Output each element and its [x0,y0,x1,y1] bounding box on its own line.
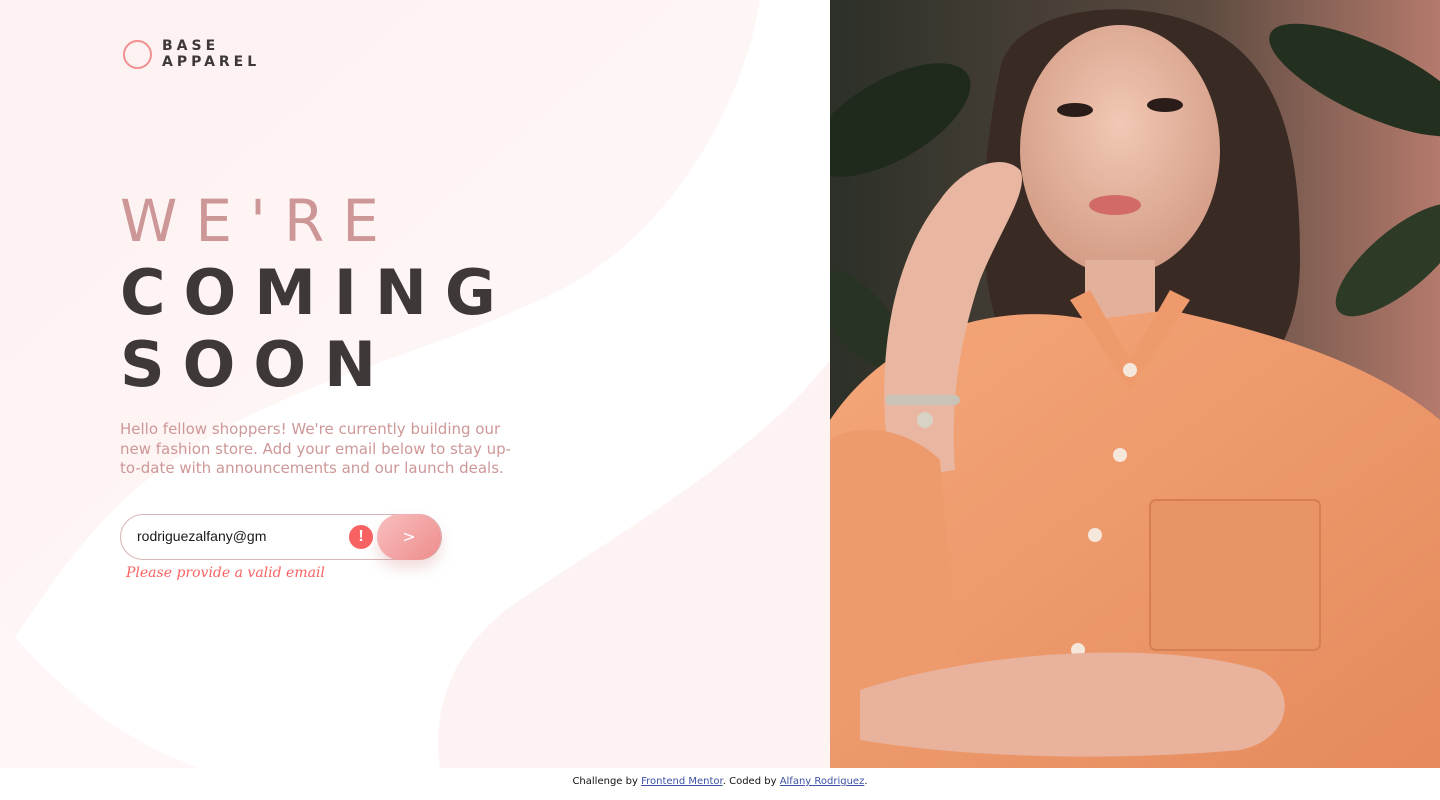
hero-image [830,0,1440,768]
frontend-mentor-link[interactable]: Frontend Mentor [641,776,723,787]
exclamation-icon: ! [349,525,373,549]
ring-logo-icon [123,39,152,69]
attribution-prefix: Challenge by [572,776,642,787]
hero-photo [830,0,1440,768]
page-title: WE'RE COMING SOON [120,185,514,401]
title-line-soon: SOON [120,328,394,401]
author-link[interactable]: Alfany Rodriguez [780,776,865,787]
email-field-value: rodriguezalfany@gm [137,528,267,544]
brand-logo[interactable]: BASE APPAREL [123,38,260,70]
attribution: Challenge by Frontend Mentor. Coded by A… [0,776,1440,787]
subscribe-form: rodriguezalfany@gm ! > [120,514,442,560]
left-panel: BASE APPAREL WE'RE COMING SOON Hello fel… [0,0,830,768]
page: BASE APPAREL WE'RE COMING SOON Hello fel… [0,0,1440,800]
attribution-middle: . Coded by [722,776,780,787]
brand-line-1: BASE [162,38,220,54]
title-line-were: WE'RE [120,187,397,255]
brand-line-2: APPAREL [162,54,261,70]
title-line-coming: COMING [120,256,514,329]
attribution-suffix: . [864,776,868,787]
email-error-message: Please provide a valid email [126,565,325,581]
brand-name: BASE APPAREL [162,38,260,70]
submit-button[interactable]: > [377,514,441,560]
intro-text: Hello fellow shoppers! We're currently b… [120,420,512,477]
